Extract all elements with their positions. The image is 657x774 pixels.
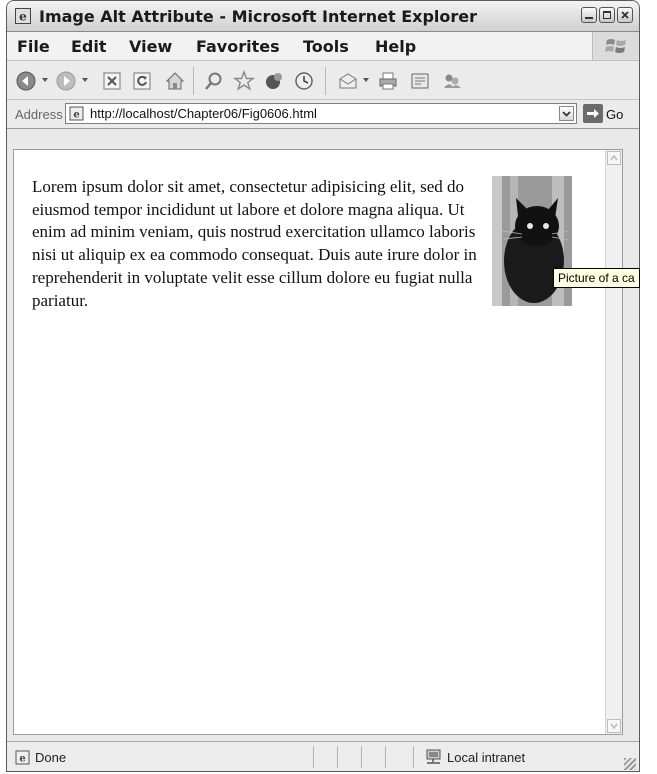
menu-tools[interactable]: Tools [303, 37, 349, 56]
maximize-button[interactable] [599, 7, 615, 23]
chevron-up-icon [610, 154, 618, 161]
svg-text:e: e [73, 110, 79, 121]
svg-text:e: e [19, 754, 25, 765]
status-divider [313, 746, 314, 768]
menu-file[interactable]: File [17, 37, 50, 56]
minimize-button[interactable] [581, 7, 597, 23]
history-icon[interactable] [293, 70, 315, 92]
page-done-icon: e [15, 750, 30, 765]
menu-help[interactable]: Help [375, 37, 416, 56]
status-bar: e Done Local intranet [7, 741, 639, 771]
messenger-icon[interactable] [441, 70, 463, 92]
go-arrow-icon [587, 109, 599, 118]
chevron-down-icon [562, 111, 571, 117]
back-dropdown-icon[interactable] [42, 78, 48, 82]
go-label[interactable]: Go [606, 107, 623, 122]
toolbar-separator [325, 67, 326, 95]
minimize-icon [585, 17, 593, 19]
scroll-down-button[interactable] [607, 719, 621, 733]
menu-view[interactable]: View [129, 37, 172, 56]
browser-window: e Image Alt Attribute - Microsoft Intern… [6, 0, 640, 772]
status-divider [361, 746, 362, 768]
print-icon[interactable] [377, 70, 399, 92]
lorem-paragraph-block: Lorem ipsum dolor sit amet, consectetur … [32, 176, 572, 312]
address-input[interactable]: e http://localhost/Chapter06/Fig0606.htm… [65, 103, 577, 124]
stop-icon[interactable] [101, 70, 123, 92]
forward-icon[interactable] [55, 70, 77, 92]
mail-dropdown-icon[interactable] [363, 78, 369, 82]
status-text: Done [35, 750, 67, 765]
scroll-up-button[interactable] [607, 151, 621, 165]
maximize-icon [603, 11, 611, 19]
alt-tooltip-text: Picture of a ca [558, 271, 635, 285]
media-icon[interactable] [263, 70, 285, 92]
windows-flag-icon [605, 39, 626, 53]
close-icon [621, 11, 629, 19]
page-content: Lorem ipsum dolor sit amet, consectetur … [13, 149, 623, 735]
address-url[interactable]: http://localhost/Chapter06/Fig0606.html [90, 106, 317, 121]
lorem-paragraph: Lorem ipsum dolor sit amet, consectetur … [32, 177, 477, 310]
page-icon: e [69, 106, 84, 121]
edit-icon[interactable] [409, 70, 431, 92]
intranet-zone-icon [426, 749, 441, 764]
ie-logo-icon: e [15, 8, 31, 24]
chevron-down-icon [610, 723, 618, 730]
windows-logo [592, 32, 639, 60]
resize-grip[interactable] [624, 758, 636, 770]
forward-dropdown-icon[interactable] [82, 78, 88, 82]
favorites-icon[interactable] [233, 70, 255, 92]
status-divider [337, 746, 338, 768]
menu-bar: File Edit View Favorites Tools Help [7, 32, 639, 61]
address-bar: Address e http://localhost/Chapter06/Fig… [7, 100, 639, 129]
status-divider [385, 746, 386, 768]
toolbar-separator [193, 67, 194, 95]
mail-icon[interactable] [337, 70, 359, 92]
window-controls [581, 7, 633, 23]
address-dropdown-button[interactable] [559, 106, 574, 121]
vertical-scrollbar[interactable] [605, 150, 622, 734]
refresh-icon[interactable] [131, 70, 153, 92]
standard-toolbar [7, 61, 639, 100]
status-divider [413, 746, 414, 768]
security-zone: Local intranet [447, 750, 526, 765]
title-bar[interactable]: e Image Alt Attribute - Microsoft Intern… [7, 1, 639, 32]
alt-tooltip: Picture of a ca [553, 268, 640, 288]
menu-edit[interactable]: Edit [71, 37, 107, 56]
go-button[interactable] [583, 104, 603, 123]
home-icon[interactable] [164, 70, 186, 92]
search-icon[interactable] [203, 70, 225, 92]
close-button[interactable] [617, 7, 633, 23]
window-title: Image Alt Attribute - Microsoft Internet… [39, 7, 478, 26]
svg-text:e: e [19, 10, 27, 24]
address-label: Address [15, 107, 63, 122]
menu-favorites[interactable]: Favorites [196, 37, 280, 56]
back-icon[interactable] [15, 70, 37, 92]
